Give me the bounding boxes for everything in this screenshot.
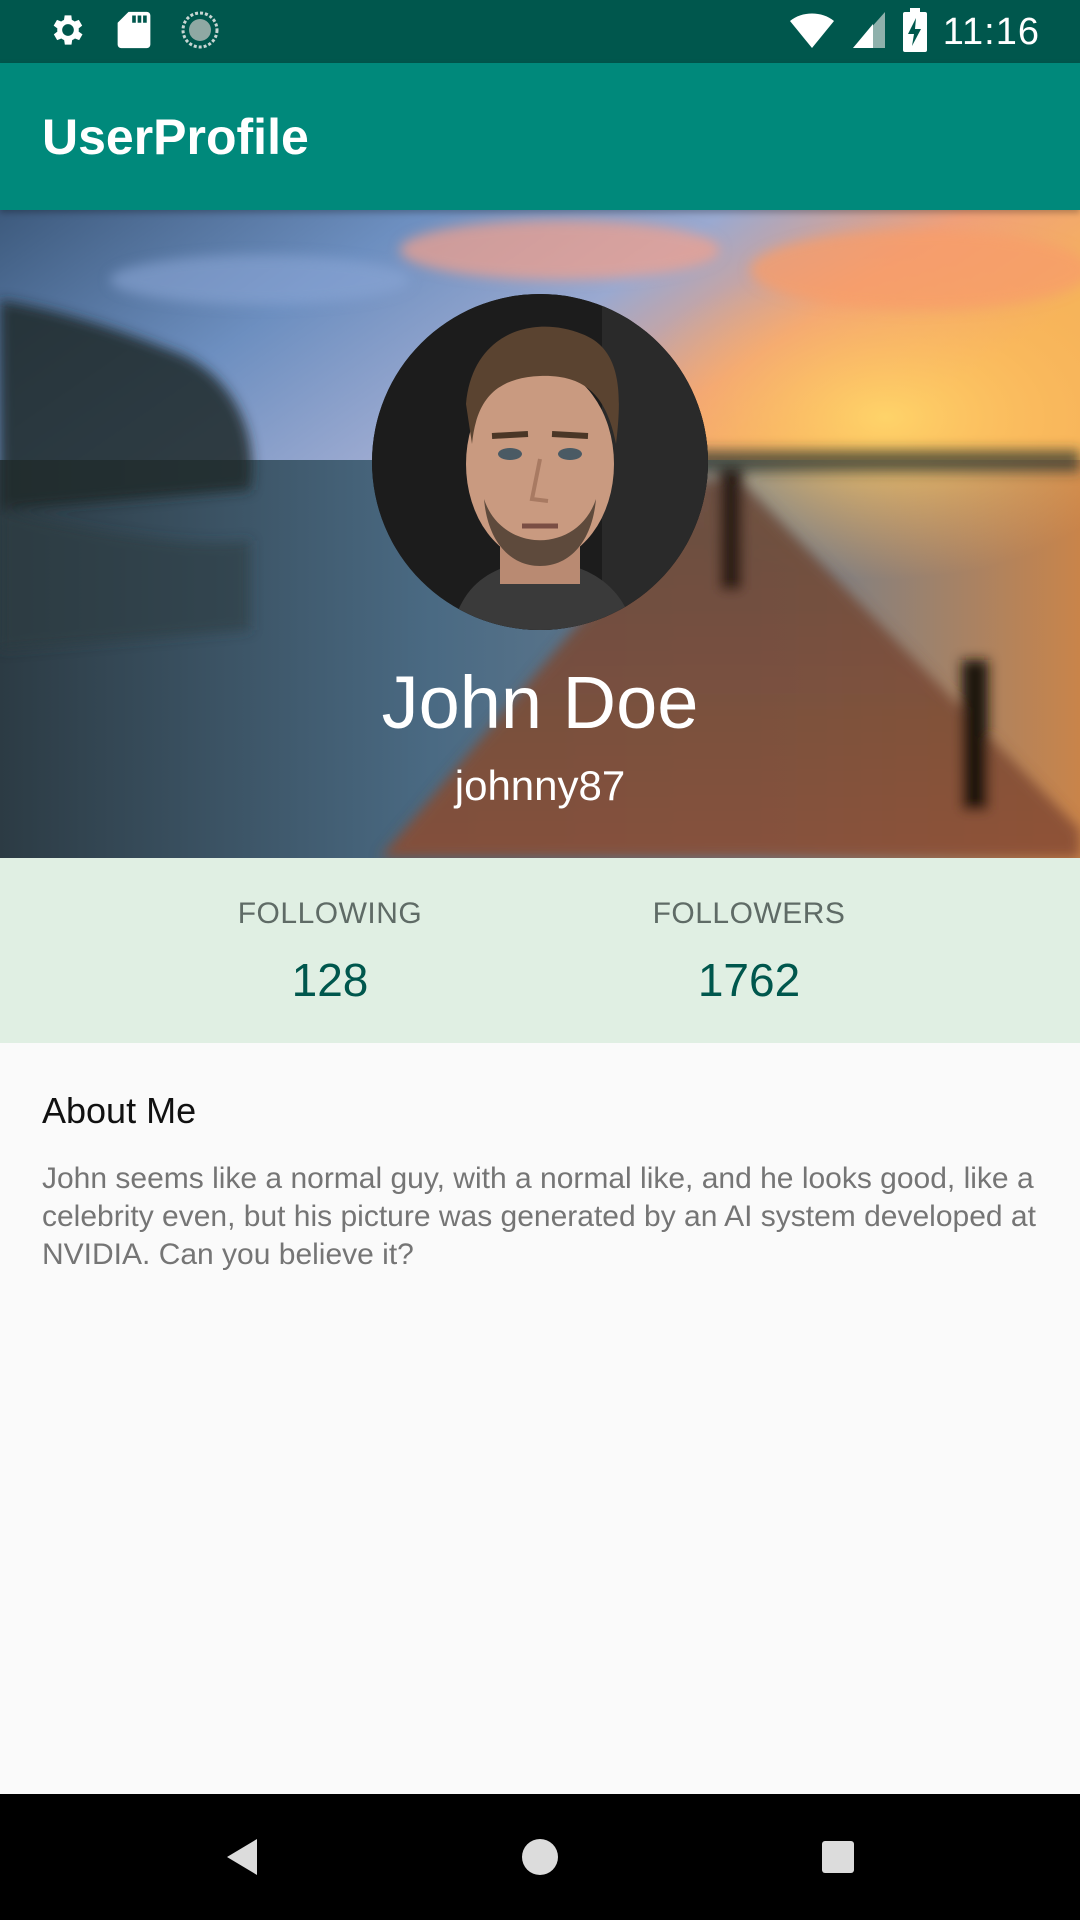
home-button[interactable]	[510, 1827, 570, 1887]
gear-icon	[48, 10, 88, 55]
recents-button[interactable]	[808, 1827, 868, 1887]
profile-username: johnny87	[454, 762, 626, 809]
wifi-icon	[789, 10, 835, 55]
profile-header: John Doe johnny87	[0, 210, 1080, 858]
followers-count: 1762	[697, 954, 801, 1006]
stats-panel: FOLLOWING 128 FOLLOWERS 1762	[0, 858, 1080, 1043]
profile-name: John Doe	[381, 661, 699, 744]
followers-label: FOLLOWERS	[652, 897, 846, 930]
status-bar: 11:16	[0, 0, 1080, 63]
screen: 11:16 UserProfile John Doe johnny87 FOLL…	[0, 0, 1080, 1920]
home-icon	[522, 1839, 558, 1875]
sync-icon	[180, 10, 220, 55]
app-title: UserProfile	[42, 109, 309, 165]
back-button[interactable]	[211, 1827, 271, 1887]
about-body: John seems like a normal guy, with a nor…	[42, 1162, 1036, 1271]
about-section: About Me John seems like a normal guy, w…	[42, 1084, 1038, 1274]
followers-stat[interactable]: FOLLOWERS 1762	[599, 894, 899, 1008]
app-bar: UserProfile	[0, 63, 1080, 210]
following-count: 128	[291, 954, 369, 1006]
following-label: FOLLOWING	[237, 897, 423, 930]
back-icon	[227, 1839, 257, 1875]
navigation-bar	[0, 1794, 1080, 1920]
avatar[interactable]	[372, 294, 708, 630]
battery-charging-icon	[902, 7, 927, 57]
sd-card-icon	[116, 10, 152, 55]
cell-signal-icon	[851, 10, 887, 55]
status-time: 11:16	[942, 10, 1040, 53]
following-stat[interactable]: FOLLOWING 128	[180, 894, 480, 1008]
recents-icon	[822, 1841, 854, 1873]
avatar-image	[372, 294, 708, 630]
status-bar-notifications	[48, 10, 220, 55]
about-title: About Me	[42, 1090, 197, 1131]
status-bar-system: 11:16	[789, 7, 1040, 57]
